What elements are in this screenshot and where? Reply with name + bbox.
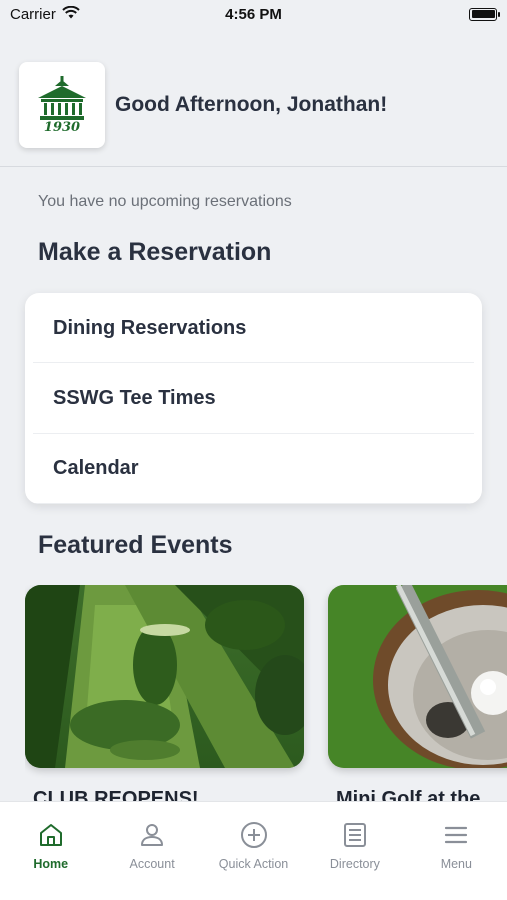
no-reservations-message: You have no upcoming reservations (38, 193, 292, 210)
reservation-options-card: Dining Reservations SSWG Tee Times Calen… (25, 293, 482, 504)
tab-account[interactable]: Account (101, 802, 202, 900)
tab-directory[interactable]: Directory (304, 802, 405, 900)
tab-home[interactable]: Home (0, 802, 101, 900)
person-icon (137, 820, 167, 850)
status-bar: Carrier 4:56 PM (0, 0, 507, 28)
tab-label: Account (129, 857, 175, 871)
greeting-text: Good Afternoon, Jonathan! (115, 93, 388, 116)
clubhouse-icon (38, 75, 86, 120)
tab-label: Quick Action (218, 857, 289, 871)
tab-label: Home (33, 857, 69, 871)
carrier-label: Carrier (10, 5, 56, 23)
home-icon (36, 820, 66, 850)
tab-quick-action[interactable]: Quick Action (203, 802, 304, 900)
calendar-item[interactable]: Calendar (25, 434, 482, 504)
status-left: Carrier (10, 5, 80, 23)
tab-bar: Home Account Quick Action Directory Menu (0, 801, 507, 900)
plus-circle-icon (239, 820, 269, 850)
logo-year: 1930 (43, 119, 81, 135)
featured-events-title: Featured Events (38, 531, 233, 559)
dining-reservations-item[interactable]: Dining Reservations (25, 293, 482, 364)
golf-hole-image (328, 585, 507, 768)
wifi-icon (62, 5, 80, 23)
res-item-label: Dining Reservations (53, 316, 247, 339)
tab-label: Menu (440, 857, 472, 871)
tab-label: Directory (329, 857, 380, 871)
make-reservation-title: Make a Reservation (38, 238, 272, 266)
tee-times-item[interactable]: SSWG Tee Times (25, 363, 482, 434)
res-item-label: SSWG Tee Times (53, 386, 216, 409)
tab-menu[interactable]: Menu (406, 802, 507, 900)
header: 1930 Good Afternoon, Jonathan! (19, 62, 507, 148)
header-divider (0, 166, 507, 167)
club-logo: 1930 (19, 62, 105, 148)
battery-icon (469, 7, 500, 21)
event-card-mini-golf[interactable]: Mini Golf at the (328, 585, 507, 811)
event-card-club-reopens[interactable]: CLUB REOPENS! (25, 585, 304, 811)
res-item-label: Calendar (53, 457, 139, 480)
golf-course-image (25, 585, 304, 768)
directory-icon (340, 820, 370, 850)
menu-icon (441, 820, 471, 850)
featured-events-carousel[interactable]: CLUB REOPENS! Mini Golf at the (25, 585, 507, 815)
